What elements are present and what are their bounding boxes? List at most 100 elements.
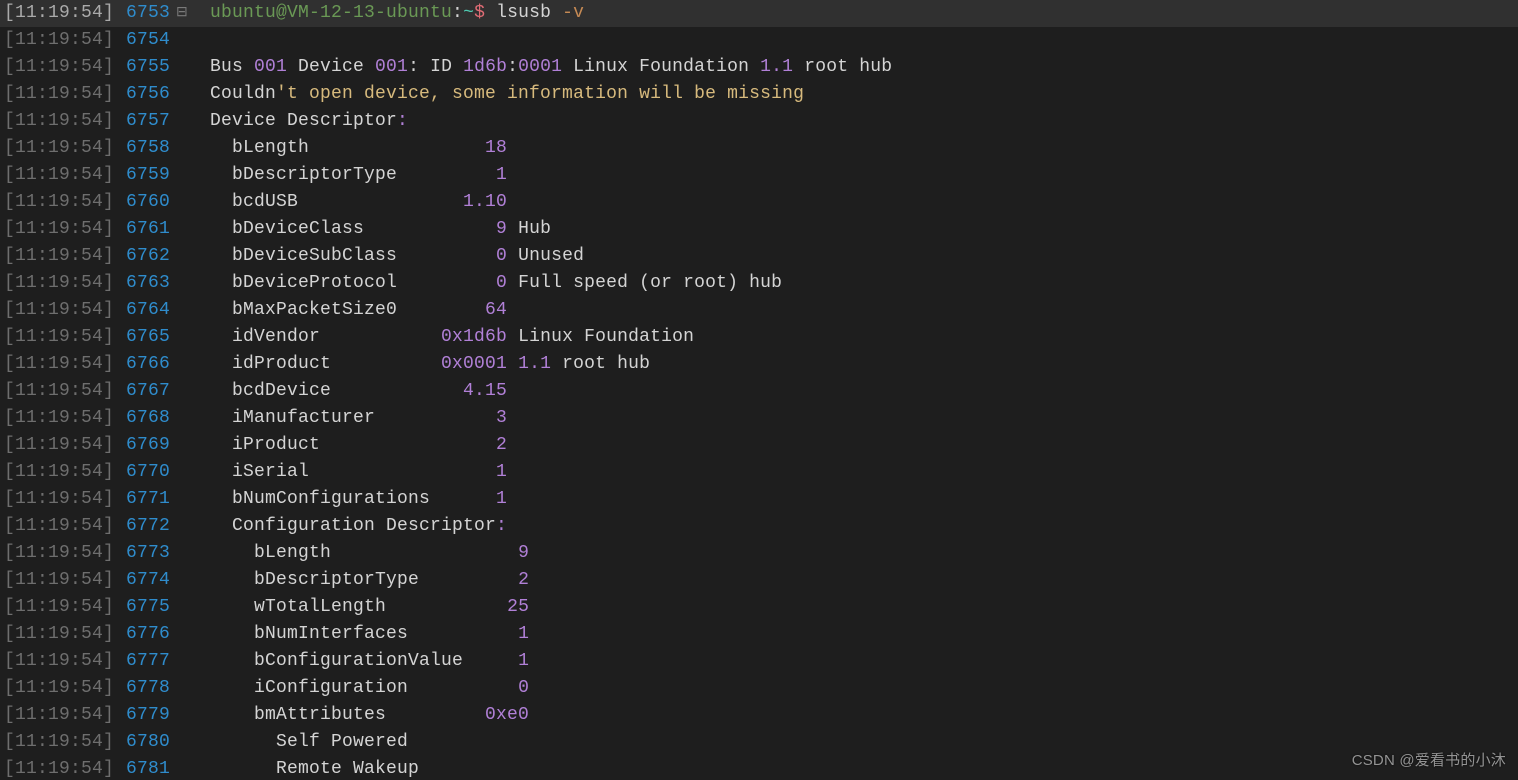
- line-number: 6769: [126, 432, 172, 459]
- line-number: 6774: [126, 567, 172, 594]
- code-line[interactable]: [11:19:54]6754: [0, 27, 1518, 54]
- code-line[interactable]: [11:19:54]6781 Remote Wakeup: [0, 756, 1518, 780]
- code-content: bcdDevice 4.15: [192, 378, 1518, 405]
- code-content: [192, 27, 1518, 54]
- token: 64: [485, 300, 507, 320]
- token: bDescriptorType: [210, 165, 496, 185]
- line-number: 6759: [126, 162, 172, 189]
- code-line[interactable]: [11:19:54]6758 bLength 18: [0, 135, 1518, 162]
- code-line[interactable]: [11:19:54]6761 bDeviceClass 9 Hub: [0, 216, 1518, 243]
- line-number: 6762: [126, 243, 172, 270]
- code-line[interactable]: [11:19:54]6767 bcdDevice 4.15: [0, 378, 1518, 405]
- code-content: ubuntu@VM-12-13-ubuntu:~$ lsusb -v: [192, 0, 1518, 27]
- token: Device: [287, 57, 375, 77]
- line-number: 6758: [126, 135, 172, 162]
- code-line[interactable]: [11:19:54]6755Bus 001 Device 001: ID 1d6…: [0, 54, 1518, 81]
- code-line[interactable]: [11:19:54]6776 bNumInterfaces 1: [0, 621, 1518, 648]
- timestamp: [11:19:54]: [0, 81, 126, 108]
- code-content: iSerial 1: [192, 459, 1518, 486]
- terminal-editor[interactable]: [11:19:54]6753⊟ubuntu@VM-12-13-ubuntu:~$…: [0, 0, 1518, 780]
- code-line[interactable]: [11:19:54]6778 iConfiguration 0: [0, 675, 1518, 702]
- fold-icon: [172, 324, 192, 351]
- code-line[interactable]: [11:19:54]6780 Self Powered: [0, 729, 1518, 756]
- code-line[interactable]: [11:19:54]6763 bDeviceProtocol 0 Full sp…: [0, 270, 1518, 297]
- token: 1: [496, 489, 507, 509]
- code-content: bDeviceClass 9 Hub: [192, 216, 1518, 243]
- line-number: 6754: [126, 27, 172, 54]
- token: iManufacturer: [210, 408, 496, 428]
- code-line[interactable]: [11:19:54]6768 iManufacturer 3: [0, 405, 1518, 432]
- fold-icon: [172, 108, 192, 135]
- code-line[interactable]: [11:19:54]6769 iProduct 2: [0, 432, 1518, 459]
- code-line[interactable]: [11:19:54]6770 iSerial 1: [0, 459, 1518, 486]
- code-line[interactable]: [11:19:54]6762 bDeviceSubClass 0 Unused: [0, 243, 1518, 270]
- code-line[interactable]: [11:19:54]6772 Configuration Descriptor:: [0, 513, 1518, 540]
- code-line[interactable]: [11:19:54]6760 bcdUSB 1.10: [0, 189, 1518, 216]
- token: 0: [496, 273, 507, 293]
- code-content: iConfiguration 0: [192, 675, 1518, 702]
- code-content: Couldn't open device, some information w…: [192, 81, 1518, 108]
- code-content: iProduct 2: [192, 432, 1518, 459]
- code-line[interactable]: [11:19:54]6777 bConfigurationValue 1: [0, 648, 1518, 675]
- token: 1: [496, 462, 507, 482]
- fold-icon[interactable]: ⊟: [172, 0, 192, 27]
- token: 2: [496, 435, 507, 455]
- timestamp: [11:19:54]: [0, 621, 126, 648]
- token: 't open device, some information will be…: [276, 84, 804, 104]
- code-content: bLength 9: [192, 540, 1518, 567]
- fold-icon: [172, 486, 192, 513]
- fold-icon: [172, 540, 192, 567]
- code-content: Remote Wakeup: [192, 756, 1518, 780]
- code-line[interactable]: [11:19:54]6773 bLength 9: [0, 540, 1518, 567]
- code-content: idVendor 0x1d6b Linux Foundation: [192, 324, 1518, 351]
- code-line[interactable]: [11:19:54]6753⊟ubuntu@VM-12-13-ubuntu:~$…: [0, 0, 1518, 27]
- fold-icon: [172, 378, 192, 405]
- code-line[interactable]: [11:19:54]6756 Couldn't open device, some…: [0, 81, 1518, 108]
- line-number: 6773: [126, 540, 172, 567]
- code-content: idProduct 0x0001 1.1 root hub: [192, 351, 1518, 378]
- code-content: Configuration Descriptor:: [192, 513, 1518, 540]
- line-number: 6770: [126, 459, 172, 486]
- timestamp: [11:19:54]: [0, 189, 126, 216]
- code-content: Self Powered: [192, 729, 1518, 756]
- fold-icon: [172, 162, 192, 189]
- token: Remote Wakeup: [210, 759, 419, 779]
- token: wTotalLength: [210, 597, 507, 617]
- token: 4.15: [463, 381, 507, 401]
- token: bDeviceProtocol: [210, 273, 496, 293]
- timestamp: [11:19:54]: [0, 513, 126, 540]
- code-line[interactable]: [11:19:54]6774 bDescriptorType 2: [0, 567, 1518, 594]
- token: 1d6b: [463, 57, 507, 77]
- code-content: Device Descriptor:: [192, 108, 1518, 135]
- token: -v: [562, 3, 584, 23]
- token: root hub: [793, 57, 892, 77]
- fold-icon: [172, 351, 192, 378]
- timestamp: [11:19:54]: [0, 54, 126, 81]
- timestamp: [11:19:54]: [0, 270, 126, 297]
- token: 001: [375, 57, 408, 77]
- fold-icon: [172, 189, 192, 216]
- token: 9: [496, 219, 507, 239]
- token: bNumInterfaces: [210, 624, 518, 644]
- token: Self Powered: [210, 732, 408, 752]
- code-line[interactable]: [11:19:54]6764 bMaxPacketSize0 64: [0, 297, 1518, 324]
- code-content: wTotalLength 25: [192, 594, 1518, 621]
- timestamp: [11:19:54]: [0, 486, 126, 513]
- code-line[interactable]: [11:19:54]6759 bDescriptorType 1: [0, 162, 1518, 189]
- fold-icon: [172, 270, 192, 297]
- fold-icon: [172, 729, 192, 756]
- code-line[interactable]: [11:19:54]6765 idVendor 0x1d6b Linux Fou…: [0, 324, 1518, 351]
- token: Linux Foundation: [562, 57, 760, 77]
- code-line[interactable]: [11:19:54]6775 wTotalLength 25: [0, 594, 1518, 621]
- code-line[interactable]: [11:19:54]6771 bNumConfigurations 1: [0, 486, 1518, 513]
- code-line[interactable]: [11:19:54]6757Device Descriptor:: [0, 108, 1518, 135]
- token: 0x1d6b: [441, 327, 507, 347]
- fold-icon: [172, 567, 192, 594]
- line-number: 6755: [126, 54, 172, 81]
- line-number: 6756: [126, 81, 172, 108]
- code-line[interactable]: [11:19:54]6779 bmAttributes 0xe0: [0, 702, 1518, 729]
- token: 3: [496, 408, 507, 428]
- line-number: 6753: [126, 0, 172, 27]
- token: 001: [254, 57, 287, 77]
- code-line[interactable]: [11:19:54]6766 idProduct 0x0001 1.1 root…: [0, 351, 1518, 378]
